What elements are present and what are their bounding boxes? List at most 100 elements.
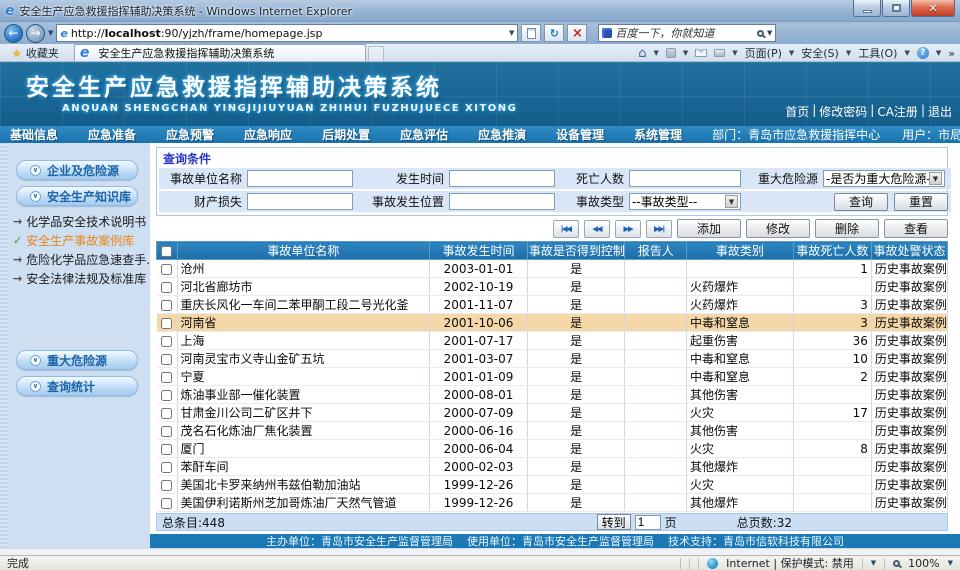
- more-commands[interactable]: »: [948, 47, 955, 60]
- header-link-1[interactable]: 修改密码: [819, 103, 867, 120]
- reset-button[interactable]: 重置: [894, 193, 948, 211]
- url-dropdown-icon[interactable]: ▼: [509, 29, 514, 37]
- browser-tab[interactable]: e 安全生产应急救援指挥辅助决策系统: [74, 44, 366, 61]
- header-link-3[interactable]: 退出: [928, 103, 952, 120]
- unit-name-input[interactable]: [247, 170, 353, 187]
- edit-button[interactable]: 修改: [746, 219, 810, 238]
- accident-location-input[interactable]: [449, 193, 555, 210]
- help-icon[interactable]: ?: [917, 47, 929, 59]
- print-dropdown-icon[interactable]: ▼: [732, 49, 737, 57]
- row-checkbox[interactable]: [161, 444, 172, 455]
- table-row[interactable]: 茂名石化炼油厂焦化装置2000-06-16是其他伤害历史事故案例: [157, 422, 948, 440]
- query-button[interactable]: 查询: [834, 193, 888, 211]
- menu-item-5[interactable]: 应急评估: [400, 126, 448, 143]
- sidebar-item-4[interactable]: →危险化学品应急速查手...: [0, 250, 150, 269]
- menu-item-0[interactable]: 基础信息: [10, 126, 58, 143]
- table-row[interactable]: 上海2001-07-17是起重伤害36历史事故案例: [157, 332, 948, 350]
- prev-page-button[interactable]: ◀◀: [584, 220, 610, 238]
- compatibility-view-button[interactable]: [521, 24, 541, 42]
- minimize-button[interactable]: [853, 0, 881, 17]
- view-button[interactable]: 查看: [884, 219, 948, 238]
- table-row[interactable]: 炼油事业部一催化装置2000-08-01是其他伤害历史事故案例: [157, 386, 948, 404]
- tools-menu[interactable]: 工具(O): [858, 45, 897, 61]
- page-number-input[interactable]: [635, 515, 661, 530]
- table-row[interactable]: 甘肃金川公司二矿区井下2000-07-09是火灾17历史事故案例: [157, 404, 948, 422]
- table-row[interactable]: 河北省廊坊市2002-10-19是火药爆炸历史事故案例: [157, 278, 948, 296]
- row-checkbox[interactable]: [161, 408, 172, 419]
- sidebar-section-6[interactable]: ∨重大危险源: [16, 350, 138, 370]
- first-page-button[interactable]: |◀◀: [553, 220, 579, 238]
- row-checkbox[interactable]: [161, 426, 172, 437]
- next-page-button[interactable]: ▶▶: [615, 220, 641, 238]
- table-row[interactable]: 宁夏2001-01-09是中毒和窒息2历史事故案例: [157, 368, 948, 386]
- table-row[interactable]: 河南灵宝市义寺山金矿五坑2001-03-07是中毒和窒息10历史事故案例: [157, 350, 948, 368]
- search-box[interactable]: 百度一下，你就知道 ▼: [598, 24, 776, 42]
- protected-mode-dropdown-icon[interactable]: ▼: [871, 559, 876, 567]
- table-row[interactable]: 美国北卡罗来纳州韦兹伯勒加油站1999-12-26是火灾历史事故案例: [157, 476, 948, 494]
- sidebar-section-0[interactable]: ∨企业及危险源: [16, 160, 138, 180]
- sidebar-item-2[interactable]: →化学品安全技术说明书: [0, 212, 150, 231]
- mail-icon[interactable]: [695, 49, 707, 57]
- row-checkbox[interactable]: [161, 264, 172, 275]
- table-row[interactable]: 美国伊利诺斯州芝加哥炼油厂天然气管道1999-12-26是其他爆炸历史事故案例: [157, 494, 948, 512]
- zoom-dropdown-icon[interactable]: ▼: [948, 559, 953, 567]
- forward-button[interactable]: →: [26, 24, 45, 43]
- occur-time-input[interactable]: [449, 170, 555, 187]
- row-checkbox[interactable]: [161, 480, 172, 491]
- select-all-checkbox[interactable]: [161, 246, 172, 257]
- goto-page-button[interactable]: 转到: [597, 514, 631, 530]
- table-row[interactable]: 苯酐车间2000-02-03是其他爆炸历史事故案例: [157, 458, 948, 476]
- row-checkbox[interactable]: [161, 318, 172, 329]
- home-icon[interactable]: ⌂: [638, 47, 646, 60]
- maximize-button[interactable]: [882, 0, 910, 17]
- menu-item-6[interactable]: 应急推演: [478, 126, 526, 143]
- table-row[interactable]: 河南省2001-10-06是中毒和窒息3历史事故案例: [157, 314, 948, 332]
- header-link-0[interactable]: 首页: [785, 103, 809, 120]
- row-checkbox[interactable]: [161, 300, 172, 311]
- table-row[interactable]: 厦门2000-06-04是火灾8历史事故案例: [157, 440, 948, 458]
- url-field[interactable]: e http://localhost:90/yjzh/frame/homepag…: [56, 24, 518, 42]
- row-checkbox[interactable]: [161, 462, 172, 473]
- menu-item-1[interactable]: 应急准备: [88, 126, 136, 143]
- menu-item-2[interactable]: 应急预警: [166, 126, 214, 143]
- sidebar-section-7[interactable]: ∨查询统计: [16, 376, 138, 396]
- header-link-2[interactable]: CA注册: [877, 103, 918, 120]
- row-checkbox[interactable]: [161, 390, 172, 401]
- row-checkbox[interactable]: [161, 336, 172, 347]
- search-dropdown-icon[interactable]: ▼: [767, 29, 772, 37]
- page-menu[interactable]: 页面(P): [745, 45, 782, 61]
- row-checkbox[interactable]: [161, 372, 172, 383]
- menu-item-7[interactable]: 设备管理: [556, 126, 604, 143]
- death-count-input[interactable]: [629, 170, 741, 187]
- sidebar-item-5[interactable]: →安全法律法规及标准库: [0, 269, 150, 288]
- delete-button[interactable]: 删除: [815, 219, 879, 238]
- back-button[interactable]: ←: [4, 24, 23, 43]
- search-icon[interactable]: [757, 30, 764, 37]
- zoom-level[interactable]: 100%: [908, 557, 939, 570]
- new-tab-button[interactable]: [368, 46, 384, 61]
- print-icon[interactable]: [714, 49, 725, 57]
- menu-item-4[interactable]: 后期处置: [322, 126, 370, 143]
- accident-type-select[interactable]: --事故类型--▼: [629, 193, 741, 210]
- add-button[interactable]: 添加: [677, 219, 741, 238]
- row-checkbox[interactable]: [161, 354, 172, 365]
- table-row[interactable]: 沧州2003-01-01是1历史事故案例: [157, 260, 948, 278]
- refresh-button[interactable]: ↻: [544, 24, 564, 42]
- row-checkbox[interactable]: [161, 498, 172, 509]
- close-button[interactable]: ✕: [911, 0, 955, 17]
- table-row[interactable]: 重庆长风化一车间二苯甲酮工段二号光化釜2001-11-07是火药爆炸3历史事故案…: [157, 296, 948, 314]
- home-dropdown-icon[interactable]: ▼: [653, 49, 658, 57]
- property-loss-input[interactable]: [247, 193, 353, 210]
- feeds-icon[interactable]: [666, 48, 676, 58]
- feeds-dropdown-icon[interactable]: ▼: [683, 49, 688, 57]
- sidebar-item-3[interactable]: ✓安全生产事故案例库: [0, 231, 150, 250]
- stop-button[interactable]: ×: [567, 24, 587, 42]
- security-menu[interactable]: 安全(S): [801, 45, 839, 61]
- menu-item-8[interactable]: 系统管理: [634, 126, 682, 143]
- favorites-button[interactable]: ★ 收藏夹: [3, 45, 68, 61]
- history-dropdown-icon[interactable]: ▼: [48, 29, 53, 37]
- row-checkbox[interactable]: [161, 282, 172, 293]
- sidebar-section-1[interactable]: ∨安全生产知识库: [16, 186, 138, 206]
- menu-item-3[interactable]: 应急响应: [244, 126, 292, 143]
- last-page-button[interactable]: ▶▶|: [646, 220, 672, 238]
